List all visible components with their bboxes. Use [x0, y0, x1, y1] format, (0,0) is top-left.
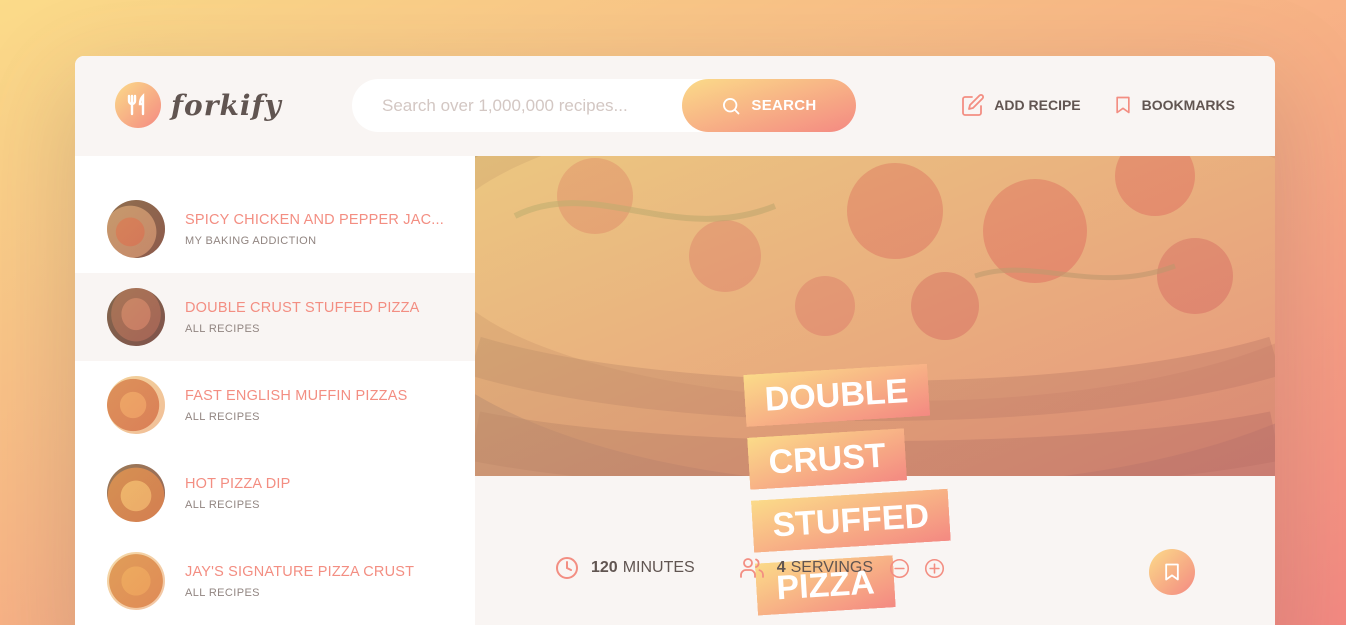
- header: forkify SEARCH ADD RECIPE: [75, 56, 1275, 156]
- result-item-active[interactable]: DOUBLE CRUST STUFFED PIZZA ALL RECIPES: [75, 273, 475, 361]
- result-title: SPICY CHICKEN AND PEPPER JAC...: [185, 211, 444, 228]
- result-thumbnail: [107, 552, 165, 610]
- search-results: SPICY CHICKEN AND PEPPER JAC... MY BAKIN…: [75, 156, 475, 625]
- recipe-info-servings: 4 SERVINGS: [739, 556, 957, 580]
- result-item[interactable]: SPICY CHICKEN AND PEPPER JAC... MY BAKIN…: [75, 185, 475, 273]
- result-publisher: MY BAKING ADDICTION: [185, 234, 317, 247]
- recipe-title-line1: DOUBLE CRUST: [743, 363, 930, 490]
- recipe-view: DOUBLE CRUST STUFFED PIZZA 120 MINUTES 4…: [475, 156, 1275, 625]
- recipe-info-time: 120 MINUTES: [555, 556, 695, 580]
- add-recipe-label: ADD RECIPE: [994, 97, 1081, 113]
- result-title: JAY'S SIGNATURE PIZZA CRUST: [185, 563, 415, 580]
- result-thumbnail: [107, 200, 165, 258]
- result-thumbnail: [107, 464, 165, 522]
- search-input[interactable]: [382, 95, 702, 116]
- bookmark-icon: [1115, 96, 1130, 114]
- cooking-time: 120: [591, 559, 618, 576]
- decrease-servings-icon[interactable]: [889, 558, 910, 579]
- edit-icon: [962, 94, 985, 116]
- result-publisher: ALL RECIPES: [185, 322, 260, 335]
- result-item[interactable]: FAST ENGLISH MUFFIN PIZZAS ALL RECIPES: [75, 361, 475, 449]
- cooking-time-unit: MINUTES: [622, 559, 695, 576]
- result-publisher: ALL RECIPES: [185, 410, 260, 423]
- main-nav: ADD RECIPE BOOKMARKS: [961, 93, 1235, 117]
- result-publisher: ALL RECIPES: [185, 498, 260, 511]
- result-title: DOUBLE CRUST STUFFED PIZZA: [185, 299, 420, 316]
- result-item[interactable]: HOT PIZZA DIP ALL RECIPES: [75, 449, 475, 537]
- fork-knife-icon: [115, 82, 161, 128]
- recipe-title-line2: STUFFED PIZZA: [750, 488, 951, 616]
- result-publisher: ALL RECIPES: [185, 586, 260, 599]
- result-title: FAST ENGLISH MUFFIN PIZZAS: [185, 387, 408, 404]
- search-button-label: SEARCH: [751, 97, 817, 114]
- logo[interactable]: forkify: [115, 82, 282, 128]
- users-icon: [739, 558, 764, 578]
- search-form: SEARCH: [352, 79, 856, 132]
- result-title: HOT PIZZA DIP: [185, 475, 291, 492]
- app-container: forkify SEARCH ADD RECIPE: [75, 56, 1275, 625]
- increase-servings-icon[interactable]: [924, 558, 945, 579]
- clock-icon: [556, 557, 578, 579]
- bookmarks-button[interactable]: BOOKMARKS: [1113, 93, 1235, 117]
- search-icon: [723, 97, 740, 114]
- bookmark-icon: [1165, 563, 1179, 581]
- result-item[interactable]: JAY'S SIGNATURE PIZZA CRUST ALL RECIPES: [75, 537, 475, 625]
- bookmarks-label: BOOKMARKS: [1141, 97, 1235, 113]
- recipe-details: 120 MINUTES 4 SERVINGS: [555, 556, 957, 580]
- recipe-title: DOUBLE CRUST STUFFED PIZZA: [743, 352, 1058, 622]
- bookmark-recipe-button[interactable]: [1149, 549, 1195, 595]
- add-recipe-button[interactable]: ADD RECIPE: [961, 93, 1081, 117]
- logo-text: forkify: [171, 88, 282, 122]
- servings-controls: [889, 558, 957, 579]
- search-button[interactable]: SEARCH: [682, 79, 856, 132]
- recipe-figure: DOUBLE CRUST STUFFED PIZZA: [475, 156, 1275, 616]
- result-thumbnail: [107, 288, 165, 346]
- servings-count: 4: [776, 559, 786, 576]
- result-thumbnail: [107, 376, 165, 434]
- servings-unit: SERVINGS: [790, 559, 874, 576]
